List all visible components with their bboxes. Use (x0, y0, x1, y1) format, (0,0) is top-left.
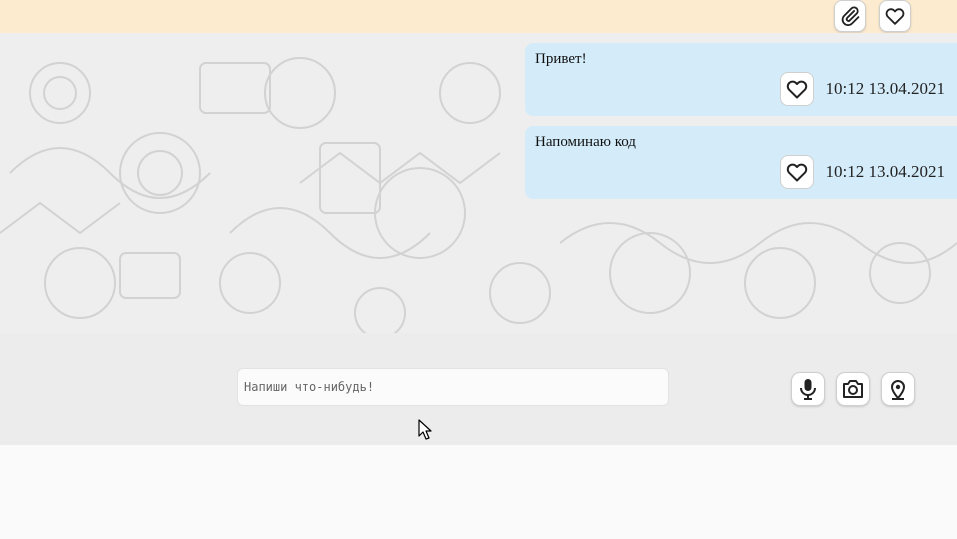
message-timestamp: 10:12 13.04.2021 (825, 79, 945, 98)
mouse-cursor (418, 419, 432, 440)
location-pin-icon (890, 380, 906, 400)
top-bar (0, 0, 957, 33)
like-button[interactable] (779, 155, 814, 189)
like-button[interactable] (779, 72, 814, 106)
paperclip-icon (841, 6, 860, 27)
composer-bar (0, 333, 957, 445)
chat-area[interactable]: Привет! 10:12 13.04.2021 Напоминаю код 1… (0, 33, 957, 333)
favorites-button[interactable] (879, 0, 911, 32)
camera-icon (843, 380, 863, 398)
attach-button[interactable] (834, 0, 866, 32)
heart-icon (786, 163, 807, 182)
camera-button[interactable] (836, 372, 870, 406)
message-bubble: Привет! 10:12 13.04.2021 (525, 43, 957, 116)
message-text: Напоминаю код (535, 134, 636, 150)
message-input[interactable] (237, 368, 669, 406)
heart-icon (885, 8, 905, 25)
location-button[interactable] (881, 372, 915, 406)
microphone-icon (800, 379, 816, 400)
message-timestamp: 10:12 13.04.2021 (825, 162, 945, 181)
message-text: Привет! (535, 51, 587, 67)
heart-icon (786, 80, 807, 99)
message-bubble: Напоминаю код 10:12 13.04.2021 (525, 126, 957, 199)
voice-message-button[interactable] (791, 372, 825, 406)
